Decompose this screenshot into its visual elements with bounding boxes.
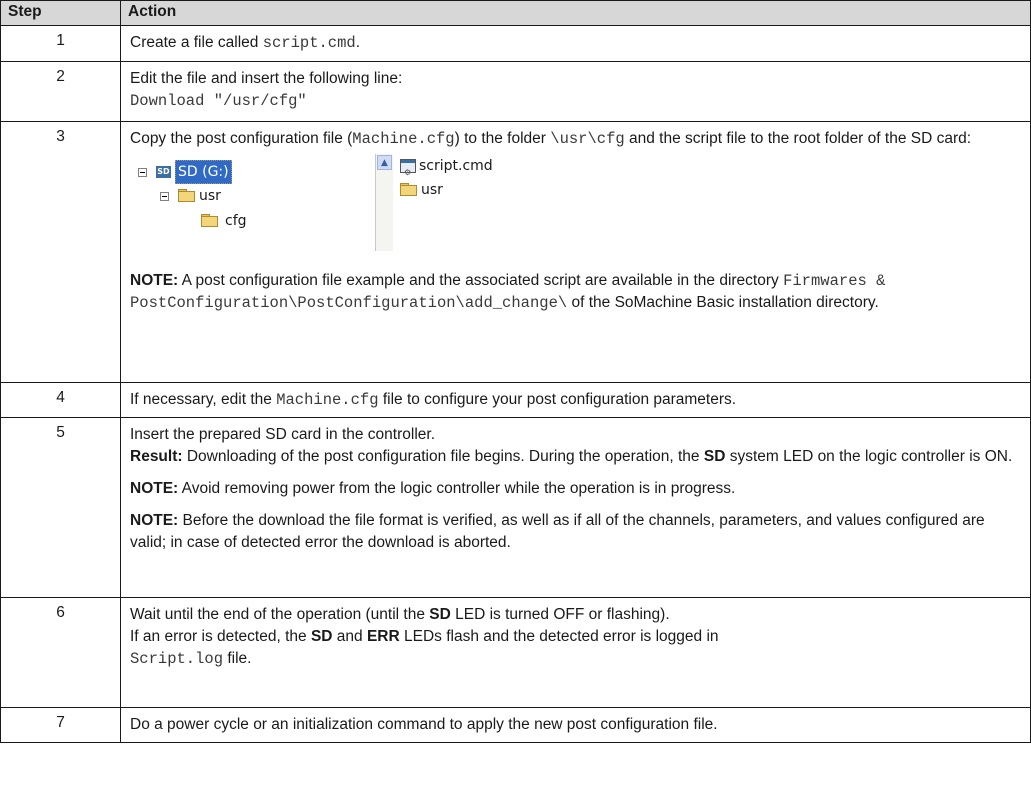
sd-card-icon: SD <box>156 166 171 178</box>
tree-scrollbar: ▲ <box>375 154 393 251</box>
result-paragraph: Result: Downloading of the post configur… <box>130 446 1022 468</box>
tree-item-label: cfg <box>225 213 247 229</box>
table-row: 2 Edit the file and insert the following… <box>0 61 1031 122</box>
step-number: 2 <box>0 61 121 122</box>
table-row: 6 Wait until the end of the operation (u… <box>0 597 1031 708</box>
note-text: of the SoMachine Basic installation dire… <box>567 294 879 311</box>
header-row: Step Action <box>0 0 1031 26</box>
led-name: SD <box>703 448 726 465</box>
table-row: 3 Copy the post configuration file (Mach… <box>0 121 1031 383</box>
note-paragraph: NOTE: A post configuration file example … <box>130 270 1022 314</box>
folder-icon <box>178 189 196 203</box>
action-text-part: LEDs flash and the detected error is log… <box>399 628 719 645</box>
result-text: system LED on the logic controller is ON… <box>725 448 1013 465</box>
file-item-label: script.cmd <box>419 158 493 174</box>
header-step: Step <box>0 0 121 26</box>
tree-item-label: SD (G:) <box>175 160 232 184</box>
table-row: 1 Create a file called script.cmd. <box>0 25 1031 62</box>
procedure-table: Step Action 1 Create a file called scrip… <box>0 0 1031 743</box>
step-number: 1 <box>0 25 121 62</box>
explorer-screenshot: SD SD (G:) usr cfg ▲ ⚙ script.cmd usr <box>130 154 1022 252</box>
script-file-icon <box>400 159 416 184</box>
result-text: Downloading of the post configuration fi… <box>182 448 704 465</box>
note-label: NOTE: <box>130 512 179 529</box>
folder-icon <box>201 214 219 228</box>
folder-icon <box>400 183 418 197</box>
note-paragraph: NOTE: Avoid removing power from the logi… <box>130 478 1022 500</box>
tree-item-label: usr <box>199 188 221 204</box>
action-cell: Copy the post configuration file (Machin… <box>120 121 1031 383</box>
action-text: If an error is detected, the SD and ERR … <box>130 626 1022 648</box>
action-text-part: Wait until the end of the operation (unt… <box>130 606 430 623</box>
action-text: If necessary, edit the <box>130 391 277 408</box>
action-cell: If necessary, edit the Machine.cfg file … <box>120 382 1031 418</box>
action-cell: Create a file called script.cmd. <box>120 25 1031 62</box>
scroll-up-icon: ▲ <box>377 155 392 170</box>
note-text: Avoid removing power from the logic cont… <box>178 480 736 497</box>
file-item-script: script.cmd <box>400 155 493 184</box>
action-text-part: ) to the folder <box>454 130 551 147</box>
step-number: 7 <box>0 707 121 743</box>
collapse-icon <box>160 191 169 201</box>
table-row: 5 Insert the prepared SD card in the con… <box>0 417 1031 598</box>
action-cell: Insert the prepared SD card in the contr… <box>120 417 1031 598</box>
action-cell: Do a power cycle or an initialization co… <box>120 707 1031 743</box>
led-name: SD <box>429 606 451 623</box>
led-name: SD <box>310 628 333 645</box>
action-cell: Edit the file and insert the following l… <box>120 61 1031 122</box>
note-paragraph: NOTE: Before the download the file forma… <box>130 510 1022 554</box>
table-row: 4 If necessary, edit the Machine.cfg fil… <box>0 382 1031 418</box>
code-filename: script.cmd <box>262 34 356 52</box>
action-text: . <box>355 34 361 51</box>
code-folder-path: \usr\cfg <box>550 130 625 148</box>
action-text-part: and <box>332 628 367 645</box>
action-cell: Wait until the end of the operation (unt… <box>120 597 1031 708</box>
action-text: file to configure your post configuratio… <box>378 391 737 408</box>
action-text: Insert the prepared SD card in the contr… <box>130 426 435 443</box>
step-number: 5 <box>0 417 121 598</box>
action-text-part: Copy the post configuration file ( <box>130 130 353 147</box>
code-filename: Machine.cfg <box>276 391 379 409</box>
collapse-icon <box>138 167 147 177</box>
code-filename: Script.log <box>130 650 224 668</box>
action-text-part: If an error is detected, the <box>130 628 311 645</box>
action-text: Edit the file and insert the following l… <box>130 70 403 87</box>
tree-item-usr: usr <box>160 185 221 207</box>
action-text-part: and the script file to the root folder o… <box>624 130 972 147</box>
result-label: Result: <box>130 448 183 465</box>
note-text: Before the download the file format is v… <box>130 512 985 551</box>
led-name: ERR <box>366 628 400 645</box>
action-text: Script.log file. <box>130 648 1022 670</box>
table-row: 7 Do a power cycle or an initialization … <box>0 707 1031 743</box>
note-text: A post configuration file example and th… <box>178 272 784 289</box>
action-text: Copy the post configuration file (Machin… <box>130 128 1022 150</box>
tree-item-drive: SD SD (G:) <box>138 160 232 184</box>
step-number: 6 <box>0 597 121 708</box>
step-number: 3 <box>0 121 121 383</box>
code-line: Download "/usr/cfg" <box>130 92 307 110</box>
action-text: Create a file called <box>130 34 263 51</box>
note-label: NOTE: <box>130 272 179 289</box>
file-item-usr: usr <box>400 179 443 201</box>
file-item-label: usr <box>421 182 443 198</box>
header-action: Action <box>120 0 1031 26</box>
tree-item-cfg: cfg <box>201 210 247 232</box>
step-number: 4 <box>0 382 121 418</box>
code-filename: Machine.cfg <box>352 130 455 148</box>
action-text: Wait until the end of the operation (unt… <box>130 604 1022 626</box>
note-label: NOTE: <box>130 480 179 497</box>
action-text-part: file. <box>223 650 252 667</box>
action-text-part: LED is turned OFF or flashing). <box>450 606 670 623</box>
